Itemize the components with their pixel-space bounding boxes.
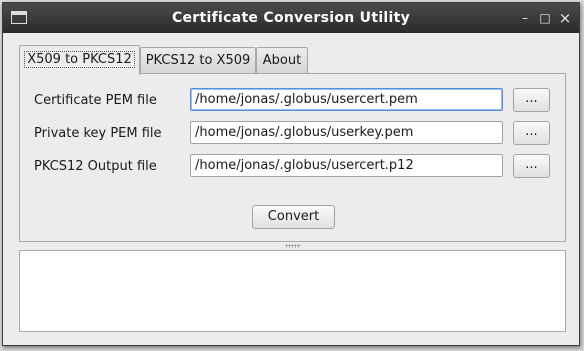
tab-pkcs12-to-x509[interactable]: PKCS12 to X509	[140, 47, 256, 74]
convert-button[interactable]: Convert	[252, 205, 335, 229]
tab-panel: Certificate PEM file ... Private key PEM…	[19, 73, 566, 242]
tab-about[interactable]: About	[256, 47, 308, 74]
browse-pkcs12-output-button[interactable]: ...	[513, 154, 550, 178]
tab-x509-to-pkcs12[interactable]: X509 to PKCS12	[19, 45, 140, 75]
tab-label: PKCS12 to X509	[145, 53, 251, 68]
tab-label: X509 to PKCS12	[24, 51, 135, 68]
app-window: Certificate Conversion Utility – □ × X50…	[2, 2, 580, 346]
window-title: Certificate Conversion Utility	[171, 10, 411, 26]
pkcs12-output-field[interactable]	[190, 154, 503, 177]
certificate-pem-label: Certificate PEM file	[34, 93, 157, 108]
maximize-button[interactable]: □	[537, 10, 553, 26]
output-log[interactable]	[19, 250, 566, 332]
title-bar[interactable]: Certificate Conversion Utility – □ ×	[3, 3, 579, 33]
certificate-pem-field[interactable]	[190, 88, 503, 111]
pkcs12-output-label: PKCS12 Output file	[34, 159, 157, 174]
minimize-button[interactable]: –	[517, 10, 533, 26]
browse-certificate-button[interactable]: ...	[513, 88, 550, 112]
close-button[interactable]: ×	[557, 10, 573, 26]
private-key-pem-field[interactable]	[190, 121, 503, 144]
tab-label: About	[262, 53, 302, 68]
private-key-pem-label: Private key PEM file	[34, 126, 162, 141]
splitter-handle[interactable]	[285, 244, 301, 248]
browse-private-key-button[interactable]: ...	[513, 121, 550, 145]
